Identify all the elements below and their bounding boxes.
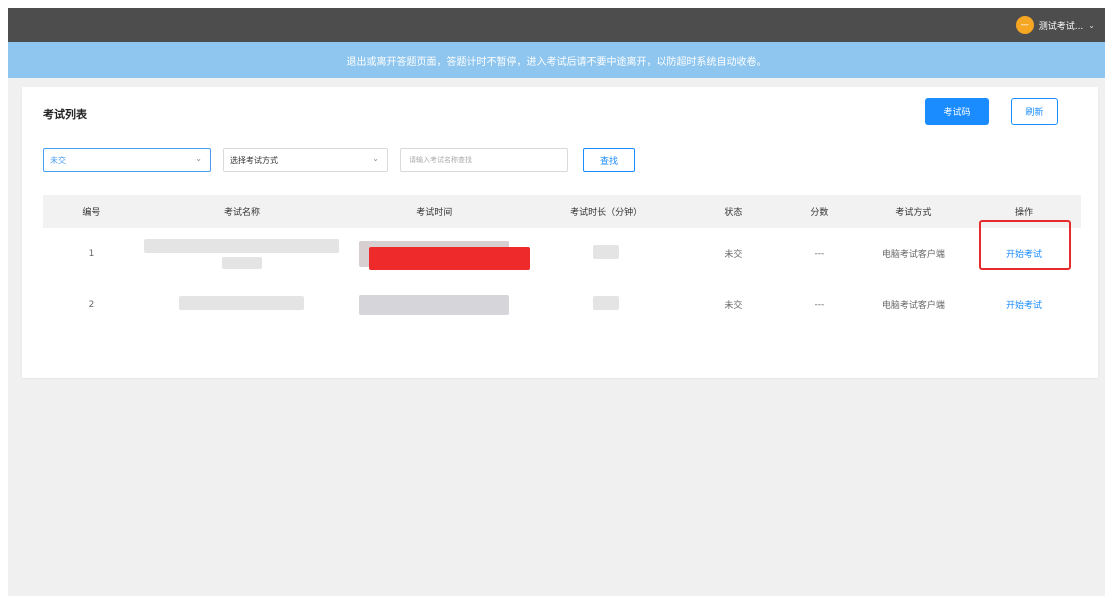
exam-mode-text: 电脑考试客户端 [881,301,945,311]
column-header: 状态 [724,208,743,218]
column-header: 分数 [810,208,829,218]
status-text: 未交 [724,250,743,260]
exam-list-card: 考试列表 考试码 刷新 未交 ⌄ 选择考试方式 ⌄ 查找 编号 考试名称 考试时… [22,87,1098,378]
user-name: 测试考试... [1038,21,1084,32]
top-bar: 一 测试考试... ⌄ [8,8,1105,42]
exam-table: 编号 考试名称 考试时间 考试时长（分钟） 状态 分数 考试方式 操作 1 未交… [43,195,1081,330]
user-menu[interactable]: 一 测试考试... ⌄ [1015,15,1095,35]
column-header: 考试方式 [895,208,932,218]
row-number: 2 [88,299,95,310]
exam-time-redacted [344,294,524,315]
page-title: 考试列表 [43,108,87,121]
exam-mode-text: 电脑考试客户端 [881,250,945,260]
exam-duration-redacted [525,296,688,313]
exam-duration-redacted [525,245,688,262]
exam-search-input[interactable] [400,148,568,172]
start-exam-link[interactable]: 开始考试 [967,298,1081,311]
column-header: 操作 [1015,208,1034,218]
table-row: 2 未交 --- 电脑考试客户端 开始考试 [43,279,1081,330]
notice-banner: 退出或离开答题页面，答题计时不暂停，进入考试后请不要中途离开，以防超时系统自动收… [8,42,1105,78]
column-header: 考试时间 [416,208,453,218]
exam-name-redacted [140,296,344,313]
status-select-value: 未交 [50,155,66,165]
app-frame: 一 测试考试... ⌄ 退出或离开答题页面，答题计时不暂停，进入考试后请不要中途… [8,8,1105,596]
status-select[interactable]: 未交 ⌄ [43,148,211,172]
exam-code-button[interactable]: 考试码 [925,98,989,125]
column-header: 考试时长（分钟） [570,208,643,218]
refresh-button[interactable]: 刷新 [1011,98,1058,125]
exam-name-redacted [140,238,344,269]
exam-mode-select[interactable]: 选择考试方式 ⌄ [223,148,388,172]
redaction-bar [369,247,530,270]
table-row: 1 未交 --- 电脑考试客户端 开始考试 [43,228,1081,279]
search-button[interactable]: 查找 [583,148,635,172]
avatar: 一 [1015,16,1034,34]
chevron-down-icon: ⌄ [1088,20,1095,30]
row-number: 1 [88,248,95,259]
chevron-down-icon: ⌄ [195,154,202,163]
column-header: 编号 [82,208,101,218]
score-text: --- [814,248,825,259]
highlight-box [979,220,1071,270]
score-text: --- [814,299,825,310]
status-text: 未交 [724,301,743,311]
chevron-down-icon: ⌄ [372,154,379,163]
exam-mode-select-value: 选择考试方式 [230,155,278,165]
column-header: 考试名称 [223,208,260,218]
table-header: 编号 考试名称 考试时间 考试时长（分钟） 状态 分数 考试方式 操作 [43,195,1081,228]
